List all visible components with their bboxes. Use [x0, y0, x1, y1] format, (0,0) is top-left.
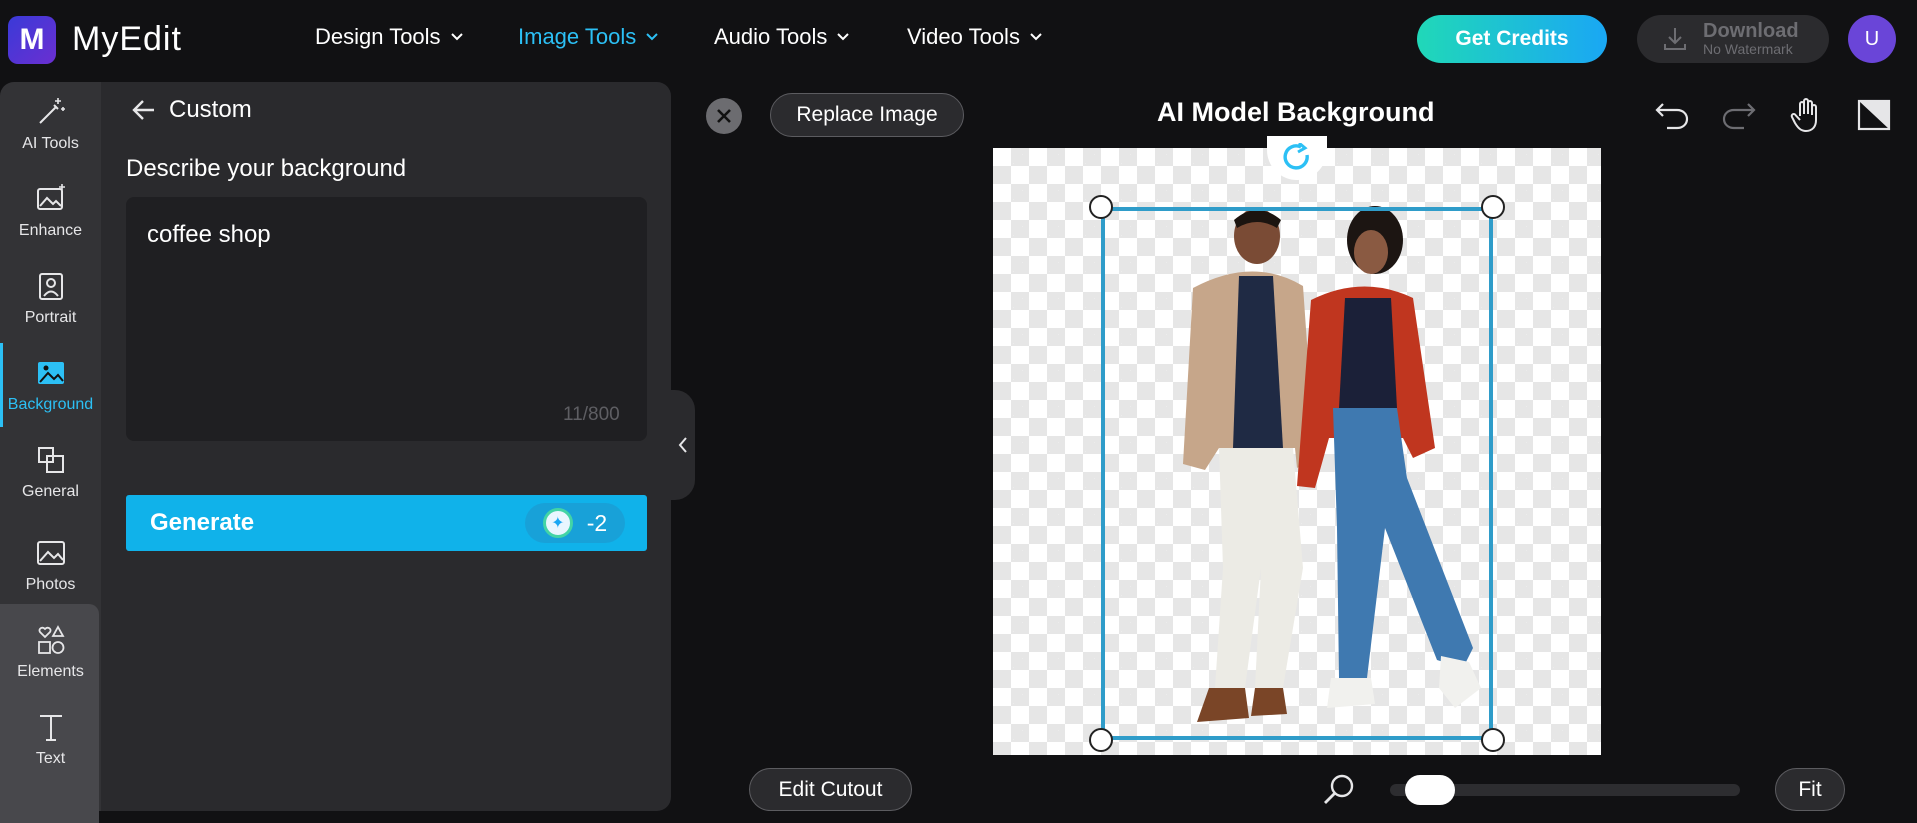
resize-handle-bottom-right[interactable] [1481, 728, 1505, 752]
replace-image-button[interactable]: Replace Image [770, 93, 964, 137]
download-button[interactable]: Download No Watermark [1637, 15, 1829, 63]
avatar[interactable]: U [1848, 15, 1896, 63]
tool-rail: AI Tools Enhance Portrait Background Gen… [0, 82, 101, 823]
download-label: Download [1703, 20, 1799, 42]
collapse-panel-button[interactable] [671, 390, 695, 500]
elements-icon [37, 625, 65, 654]
credit-cost-badge: ✦ -2 [525, 503, 625, 543]
chevron-down-icon [450, 33, 463, 41]
get-credits-button[interactable]: Get Credits [1417, 15, 1607, 63]
rail-item-background[interactable]: Background [0, 343, 101, 427]
resize-handle-top-right[interactable] [1481, 195, 1505, 219]
edit-cutout-button[interactable]: Edit Cutout [749, 768, 912, 811]
rail-item-photos[interactable]: Photos [0, 523, 101, 607]
selection-box[interactable] [1101, 207, 1493, 740]
zoom-icon[interactable] [1321, 772, 1357, 808]
resize-handle-top-left[interactable] [1089, 195, 1113, 219]
nav-audio-tools[interactable]: Audio Tools [714, 24, 850, 50]
describe-label: Describe your background [126, 155, 407, 182]
top-bar: M MyEdit Design Tools Image Tools Audio … [0, 0, 1917, 78]
background-panel [101, 82, 671, 811]
myedit-logo[interactable]: M [8, 16, 56, 64]
photos-icon [36, 541, 65, 565]
download-icon [1664, 28, 1686, 50]
rail-item-enhance[interactable]: Enhance [0, 169, 101, 253]
undo-icon[interactable] [1653, 96, 1691, 134]
zoom-slider-thumb[interactable] [1405, 775, 1455, 805]
rail-item-text[interactable]: Text [0, 697, 101, 781]
rail-item-general[interactable]: General [0, 430, 101, 514]
chevron-down-icon [1030, 33, 1042, 41]
panel-title: Custom [169, 96, 252, 123]
rotate-icon [1283, 143, 1309, 170]
hand-pan-icon[interactable] [1788, 96, 1826, 134]
canvas-title: AI Model Background [1157, 97, 1435, 127]
generate-button[interactable]: Generate ✦ -2 [126, 495, 647, 551]
credit-coin-icon: ✦ [542, 508, 573, 538]
brand-name[interactable]: MyEdit [72, 20, 182, 59]
nav-design-tools[interactable]: Design Tools [315, 24, 463, 50]
rail-item-elements[interactable]: Elements [0, 610, 101, 694]
close-icon [717, 109, 731, 123]
chevron-left-icon [678, 437, 687, 453]
close-button[interactable] [706, 98, 742, 134]
text-icon [39, 715, 62, 741]
redo-icon[interactable] [1720, 96, 1758, 134]
chevron-down-icon [646, 33, 658, 41]
resize-handle-bottom-left[interactable] [1089, 728, 1113, 752]
portrait-icon [38, 273, 63, 300]
general-icon [37, 447, 64, 473]
rail-item-ai-tools[interactable]: AI Tools [0, 82, 101, 166]
image-sparkle-icon [36, 184, 65, 210]
nav-video-tools[interactable]: Video Tools [907, 24, 1042, 50]
rail-item-portrait[interactable]: Portrait [0, 256, 101, 340]
chevron-down-icon [837, 33, 850, 41]
character-counter: 11/800 [563, 404, 620, 425]
nav-image-tools[interactable]: Image Tools [518, 24, 658, 50]
fit-button[interactable]: Fit [1775, 768, 1845, 811]
background-icon [37, 362, 64, 384]
magic-wand-icon [38, 98, 65, 124]
compare-icon[interactable] [1855, 96, 1893, 134]
back-arrow-icon[interactable] [130, 96, 158, 124]
download-sublabel: No Watermark [1703, 41, 1793, 57]
